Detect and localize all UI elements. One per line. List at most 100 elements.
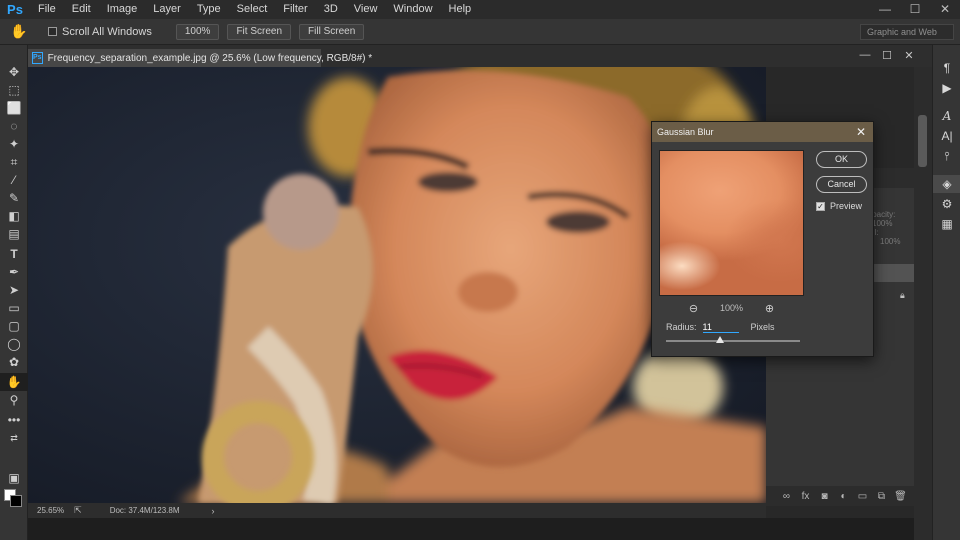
radius-unit: Pixels <box>750 322 775 332</box>
document-tab[interactable]: Ps Frequency_separation_example.jpg @ 25… <box>28 49 372 67</box>
scroll-all-windows-checkbox[interactable] <box>48 27 57 36</box>
scroll-all-windows-option[interactable]: Scroll All Windows <box>48 26 152 38</box>
rounded-rect-icon[interactable]: ▢ <box>0 317 28 335</box>
play-actions-icon[interactable]: ▶ <box>933 79 960 97</box>
ok-button[interactable]: OK <box>816 151 867 168</box>
link-layers-icon[interactable]: ∞ <box>777 491 796 502</box>
radius-slider-handle[interactable] <box>715 336 724 343</box>
menu-window[interactable]: Window <box>385 0 440 19</box>
menu-filter[interactable]: Filter <box>275 0 315 19</box>
document-title: Frequency_separation_example.jpg @ 25.6%… <box>47 52 373 64</box>
bottom-strip <box>28 518 914 540</box>
zoom-out-icon[interactable]: ⊖ <box>684 302 704 315</box>
fit-screen-button[interactable]: Fit Screen <box>227 23 292 40</box>
menu-help[interactable]: Help <box>441 0 480 19</box>
document-minimize-button[interactable]: — <box>854 49 876 62</box>
menu-3d[interactable]: 3D <box>316 0 346 19</box>
close-window-button[interactable]: ✕ <box>930 0 960 19</box>
lock-icon: 🔒︎ <box>900 290 905 300</box>
brush-icon[interactable]: ✎ <box>0 189 28 207</box>
document-restore-button[interactable]: ☐ <box>876 49 898 62</box>
type-icon[interactable]: T <box>0 245 28 263</box>
menu-image[interactable]: Image <box>99 0 146 19</box>
hand-tool-preset-icon[interactable]: ✋ <box>0 23 38 40</box>
layers-icon[interactable]: ◈ <box>933 175 960 193</box>
layer-style-fx-icon[interactable]: fx <box>796 491 815 502</box>
preview-checkbox[interactable]: ✓ <box>816 201 825 211</box>
character-icon[interactable]: A <box>933 107 960 125</box>
status-menu-arrow-icon[interactable]: › <box>212 506 215 516</box>
zoom-level[interactable]: 25.65% <box>37 506 64 515</box>
radius-slider[interactable] <box>666 336 800 343</box>
more-tools-icon[interactable]: ••• <box>0 411 28 429</box>
adjustments-icon[interactable]: ⫯ <box>933 147 960 165</box>
preview-option[interactable]: ✓ Preview <box>816 201 862 211</box>
fill-screen-button[interactable]: Fill Screen <box>299 23 365 40</box>
filter-preview-thumbnail[interactable] <box>659 150 804 296</box>
zoom-in-icon[interactable]: ⊕ <box>760 302 780 315</box>
lasso-icon[interactable]: ◌ <box>0 117 28 135</box>
panel-scrollbar[interactable] <box>914 67 932 540</box>
dialog-title: Gaussian Blur <box>657 127 714 137</box>
export-icon[interactable]: ⇱ <box>74 505 82 516</box>
maximize-window-button[interactable]: ☐ <box>900 0 930 19</box>
background-color-swatch[interactable] <box>10 495 22 507</box>
swap-colors-icon[interactable]: ⇄ <box>0 429 28 447</box>
preview-label: Preview <box>830 201 863 211</box>
cancel-button[interactable]: Cancel <box>816 176 867 193</box>
zoom-icon[interactable]: ⚲ <box>0 391 28 409</box>
document-close-button[interactable]: ✕ <box>898 49 920 62</box>
paths-icon[interactable]: ▦ <box>933 215 960 233</box>
add-mask-icon[interactable]: ◙ <box>815 491 834 502</box>
menu-file[interactable]: File <box>30 0 64 19</box>
pen-icon[interactable]: ✒ <box>0 263 28 281</box>
tools-panel: ✥ ⬚ ⬜ ◌ ✦ ⌗ ⁄ ✎ ◧ ▤ T ✒ ➤ ▭ ▢ ◯ ✿ ✋ ⚲ ••… <box>0 45 28 540</box>
scrollbar-thumb[interactable] <box>918 115 927 167</box>
menu-layer[interactable]: Layer <box>145 0 189 19</box>
zoom-100-button[interactable]: 100% <box>175 23 220 40</box>
menu-edit[interactable]: Edit <box>64 0 99 19</box>
ellipse-icon[interactable]: ◯ <box>0 335 28 353</box>
options-bar: ✋ Scroll All Windows 100% Fit Screen Fil… <box>0 19 960 45</box>
dialog-title-bar[interactable]: Gaussian Blur ✕ <box>652 122 873 142</box>
channels-icon[interactable]: ⚙ <box>933 195 960 213</box>
new-group-icon[interactable]: ▭ <box>853 491 872 502</box>
preview-zoom-controls: ⊖ 100% ⊕ <box>659 300 804 316</box>
screen-mode-icon[interactable]: ▣ <box>0 469 28 487</box>
photoshop-logo: Ps <box>7 2 23 17</box>
menu-view[interactable]: View <box>346 0 386 19</box>
magic-wand-icon[interactable]: ✦ <box>0 135 28 153</box>
crop-icon[interactable]: ⌗ <box>0 153 28 171</box>
delete-layer-icon[interactable]: 🗑︎ <box>891 491 910 502</box>
marquee-icon[interactable]: ⬜ <box>0 99 28 117</box>
rectangle-icon[interactable]: ▭ <box>0 299 28 317</box>
new-layer-icon[interactable]: ⧉ <box>872 491 891 502</box>
custom-shape-icon[interactable]: ✿ <box>0 353 28 371</box>
gradient-icon[interactable]: ▤ <box>0 225 28 243</box>
glyphs-icon[interactable]: A| <box>933 127 960 145</box>
artboard-icon[interactable]: ⬚ <box>0 81 28 99</box>
scroll-all-windows-label: Scroll All Windows <box>62 25 152 38</box>
menu-type[interactable]: Type <box>189 0 229 19</box>
dialog-close-icon[interactable]: ✕ <box>856 125 866 139</box>
gaussian-blur-dialog: Gaussian Blur ✕ ⊖ 100% ⊕ Radius: Pixels … <box>651 121 874 357</box>
preview-zoom-value: 100% <box>719 303 744 313</box>
adjustment-layer-icon[interactable]: ◐ <box>834 491 853 502</box>
fill-value[interactable]: 100% <box>880 237 900 246</box>
eraser-icon[interactable]: ◧ <box>0 207 28 225</box>
minimize-window-button[interactable]: — <box>870 0 900 19</box>
menu-bar: Ps File Edit Image Layer Type Select Fil… <box>0 0 960 19</box>
eyedropper-icon[interactable]: ⁄ <box>0 171 28 189</box>
menu-select[interactable]: Select <box>229 0 276 19</box>
path-selection-icon[interactable]: ➤ <box>0 281 28 299</box>
document-size: Doc: 37.4M/123.8M <box>109 506 180 515</box>
paragraph-icon[interactable]: ¶ <box>933 59 960 77</box>
hand-icon[interactable]: ✋ <box>0 373 28 391</box>
opacity-value[interactable]: 100% <box>872 219 892 228</box>
workspace-switcher[interactable]: Graphic and Web <box>860 24 954 40</box>
document-window-controls: — ☐ ✕ <box>854 49 920 62</box>
radius-row: Radius: Pixels <box>666 321 775 333</box>
radius-input[interactable] <box>702 321 739 333</box>
move-icon[interactable]: ✥ <box>0 63 28 81</box>
radius-label: Radius: <box>666 322 697 332</box>
